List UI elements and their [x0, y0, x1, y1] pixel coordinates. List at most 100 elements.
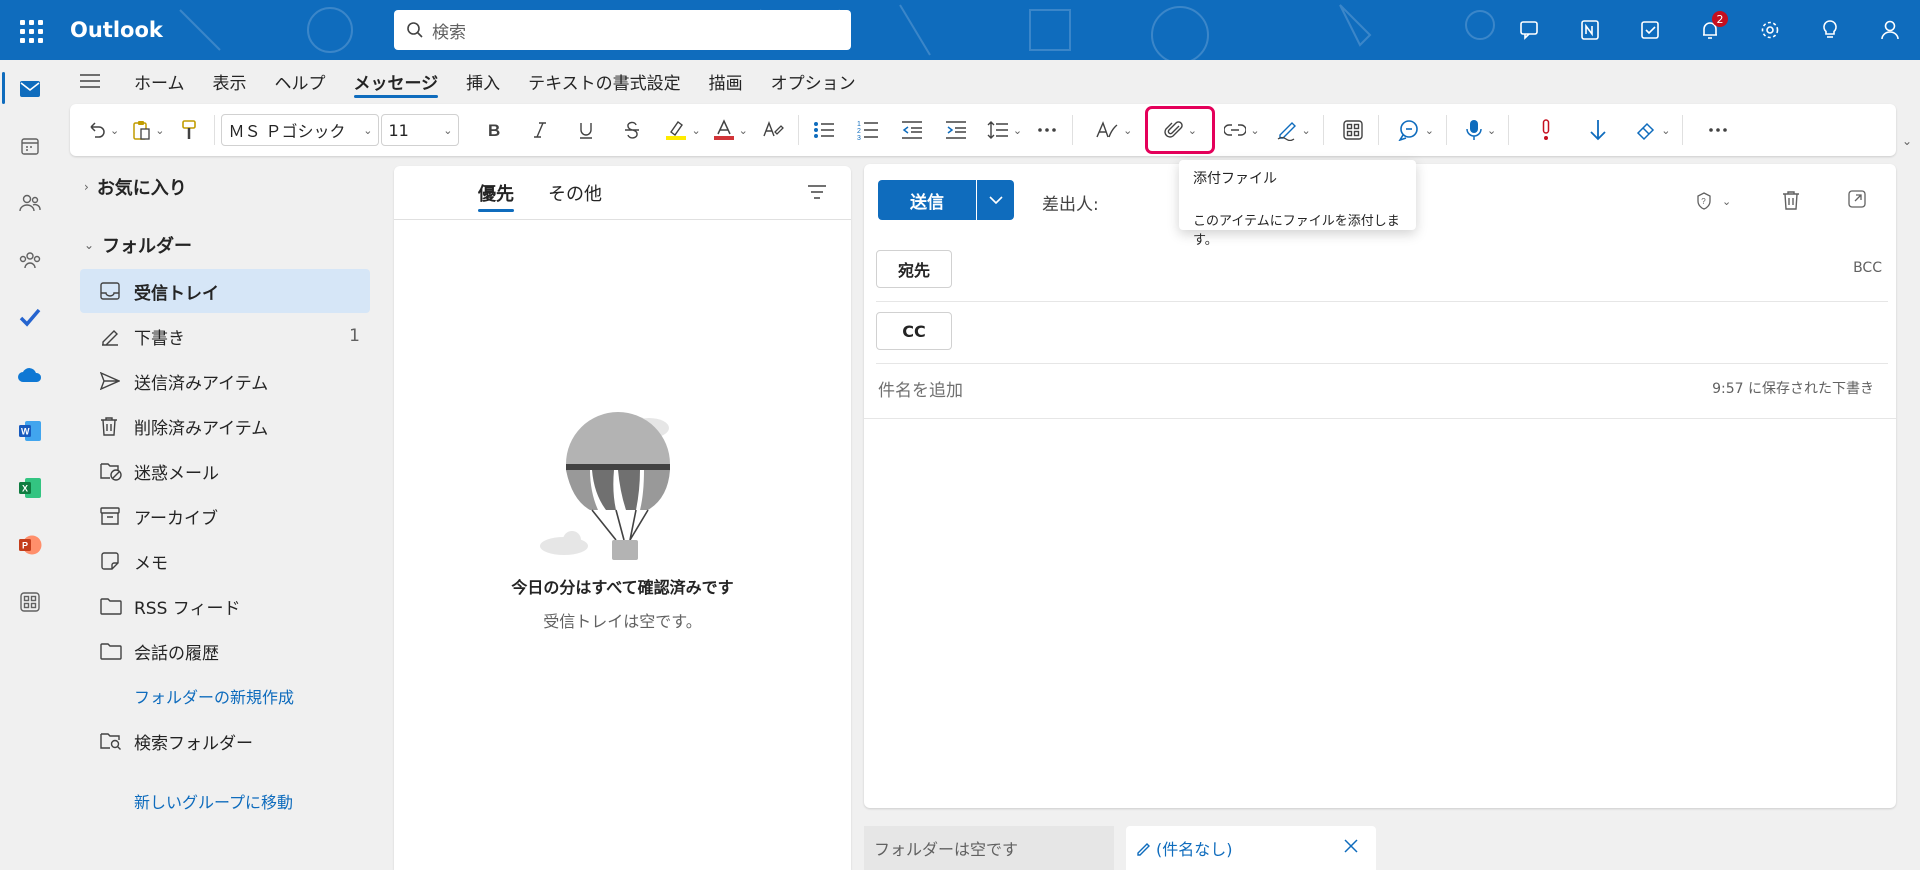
trash-icon — [1783, 191, 1799, 210]
go-to-groups-link[interactable]: 新しいグループに移動 — [60, 779, 380, 823]
tab-format-text[interactable]: テキストの書式設定 — [514, 60, 695, 102]
tab-home[interactable]: ホーム — [120, 60, 199, 102]
account-button[interactable] — [1860, 0, 1920, 60]
favorites-header[interactable]: › お気に入り — [60, 164, 380, 210]
styles-button[interactable]: ⌄ — [1089, 110, 1138, 150]
people-icon — [19, 194, 41, 211]
rail-powerpoint[interactable]: P — [0, 516, 60, 573]
send-button[interactable]: 送信 — [878, 180, 976, 220]
close-draft-button[interactable] — [1344, 838, 1358, 857]
underline-icon — [580, 123, 593, 139]
empty-state-title: 今日の分はすべて確認済みです — [511, 578, 734, 597]
strikethrough-button[interactable] — [613, 110, 651, 150]
search-input[interactable]: 検索 — [394, 10, 851, 50]
rail-mail[interactable] — [0, 60, 60, 117]
folder-label: 迷惑メール — [134, 463, 219, 484]
lightbulb-icon — [1823, 20, 1837, 38]
tab-view[interactable]: 表示 — [199, 60, 261, 102]
folder-deleted[interactable]: 削除済みアイテム — [80, 404, 370, 448]
folder-notes[interactable]: メモ — [80, 539, 370, 583]
cc-button[interactable]: CC — [876, 312, 952, 350]
paste-button[interactable]: ⌄ — [125, 110, 170, 150]
ribbon-separator — [1445, 115, 1447, 145]
folder-search-folders[interactable]: 検索フォルダー — [80, 719, 370, 763]
bold-icon: B — [488, 121, 500, 139]
ribbon-expand-chevron-icon[interactable]: ⌄ — [1902, 134, 1912, 148]
tab-options[interactable]: オプション — [757, 60, 870, 102]
rail-groups[interactable] — [0, 231, 60, 288]
app-launcher-button[interactable] — [16, 16, 44, 44]
rail-people[interactable] — [0, 174, 60, 231]
bold-button[interactable]: B — [475, 110, 513, 150]
underline-button[interactable] — [567, 110, 605, 150]
format-painter-button[interactable] — [170, 110, 208, 150]
to-button[interactable]: 宛先 — [876, 250, 952, 288]
pencil-icon — [1137, 843, 1150, 856]
pop-out-button[interactable] — [1848, 190, 1866, 212]
sent-icon — [100, 372, 120, 390]
rail-more-apps[interactable] — [0, 573, 60, 630]
font-name-dropdown[interactable]: ＭＳ Ｐゴシック ⌄ — [221, 114, 380, 146]
onenote-button[interactable] — [1560, 0, 1620, 60]
clear-format-button[interactable] — [754, 110, 792, 150]
folder-drafts[interactable]: 下書き 1 — [80, 314, 370, 358]
folder-sent[interactable]: 送信済みアイテム — [80, 359, 370, 403]
todo-button[interactable] — [1620, 0, 1680, 60]
send-options-button[interactable] — [976, 180, 1014, 220]
folder-conversation-history[interactable]: 会話の履歴 — [80, 629, 370, 673]
tab-other[interactable]: その他 — [548, 166, 602, 220]
folder-rss[interactable]: RSS フィード — [80, 584, 370, 628]
tab-message[interactable]: メッセージ — [340, 60, 453, 102]
folder-inbox[interactable]: 受信トレイ — [80, 269, 370, 313]
tips-button[interactable] — [1800, 0, 1860, 60]
font-size-dropdown[interactable]: 11 ⌄ — [381, 114, 460, 146]
sensitivity-button[interactable]: ⌄ — [1629, 110, 1676, 150]
bcc-button[interactable]: BCC — [1853, 260, 1882, 276]
sensitivity-dropdown[interactable]: ? ⌄ — [1696, 192, 1731, 210]
folder-pane: › お気に入り ⌄ フォルダー 受信トレイ 下書き 1 送信済みアイテム 削除済… — [60, 164, 380, 870]
tab-insert[interactable]: 挿入 — [452, 60, 514, 102]
rail-todo[interactable] — [0, 288, 60, 345]
tab-draw[interactable]: 描画 — [695, 60, 757, 102]
rail-calendar[interactable] — [0, 117, 60, 174]
create-folder-link[interactable]: フォルダーの新規作成 — [60, 674, 380, 718]
dictate-button[interactable]: ⌄ — [1459, 110, 1502, 150]
copilot-button[interactable]: ⌄ — [1391, 110, 1440, 150]
folder-junk[interactable]: 迷惑メール — [80, 449, 370, 493]
settings-button[interactable] — [1740, 0, 1800, 60]
tab-help[interactable]: ヘルプ — [261, 60, 340, 102]
folders-header[interactable]: ⌄ フォルダー — [60, 222, 380, 268]
subject-input[interactable]: 件名を追加 — [878, 376, 963, 401]
filter-button[interactable] — [807, 184, 827, 204]
nav-toggle-button[interactable] — [60, 60, 120, 102]
rail-word[interactable]: W — [0, 402, 60, 459]
italic-button[interactable] — [521, 110, 559, 150]
font-color-button[interactable]: ⌄ — [707, 110, 754, 150]
attach-file-button[interactable]: ⌄ — [1145, 106, 1216, 154]
paragraph-spacing-button[interactable]: ⌄ — [981, 110, 1028, 150]
bullets-button[interactable] — [805, 110, 843, 150]
folder-archive[interactable]: アーカイブ — [80, 494, 370, 538]
ribbon-separator — [214, 115, 216, 145]
notifications-button[interactable]: 2 — [1680, 0, 1740, 60]
insert-link-button[interactable]: ⌄ — [1218, 110, 1265, 150]
numbering-button[interactable]: 123 — [849, 110, 887, 150]
high-importance-button[interactable] — [1527, 110, 1565, 150]
rail-excel[interactable]: X — [0, 459, 60, 516]
decrease-indent-button[interactable] — [893, 110, 931, 150]
increase-indent-button[interactable] — [937, 110, 975, 150]
from-label[interactable]: 差出人: — [1042, 190, 1099, 215]
signature-button[interactable]: ⌄ — [1270, 110, 1317, 150]
search-placeholder: 検索 — [432, 22, 466, 43]
rail-onedrive[interactable] — [0, 345, 60, 402]
more-format-button[interactable] — [1028, 110, 1066, 150]
tab-focused[interactable]: 優先 — [478, 166, 514, 220]
low-importance-button[interactable] — [1579, 110, 1617, 150]
discard-button[interactable] — [1782, 190, 1800, 214]
highlight-button[interactable]: ⌄ — [659, 110, 706, 150]
teams-chat-button[interactable] — [1500, 0, 1560, 60]
draft-tab[interactable]: (件名なし) — [1126, 826, 1376, 870]
apps-button[interactable] — [1334, 110, 1372, 150]
undo-button[interactable]: ⌄ — [80, 110, 125, 150]
ribbon-more-button[interactable] — [1699, 110, 1737, 150]
